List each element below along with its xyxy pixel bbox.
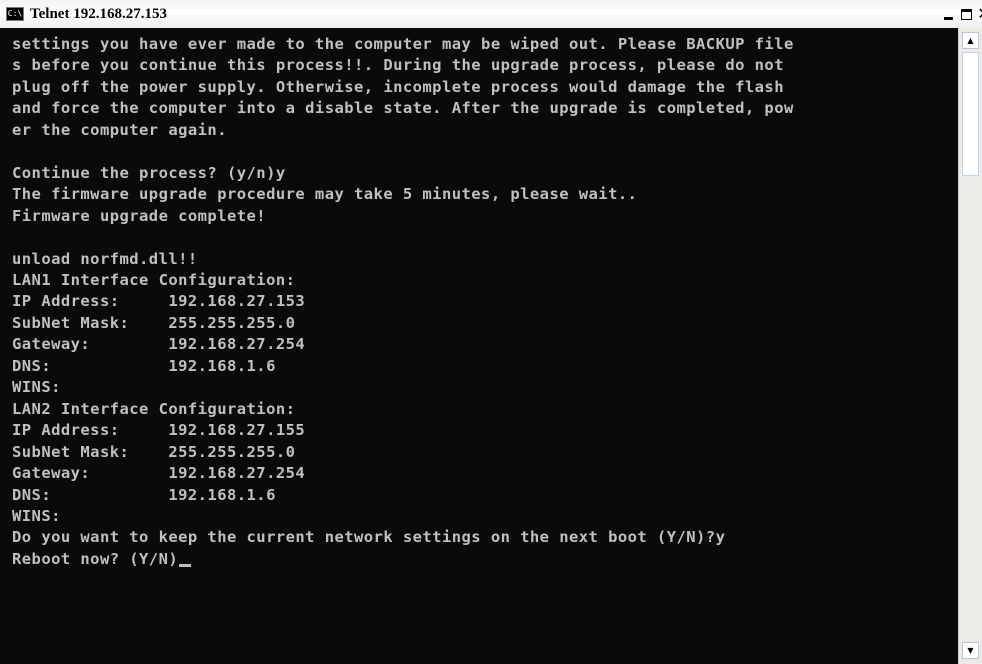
terminal-line: Continue the process? (y/n)y (12, 163, 286, 182)
terminal-line: The firmware upgrade procedure may take … (12, 185, 638, 204)
terminal-line: Reboot now? (Y/N) (12, 549, 179, 568)
minimize-icon (943, 16, 953, 20)
scroll-down-button[interactable]: ▼ (962, 642, 979, 659)
terminal-line: LAN2 Interface Configuration: (12, 399, 296, 418)
terminal-line: Gateway: 192.168.27.254 (12, 335, 306, 354)
title-bar[interactable]: C:\ Telnet 192.168.27.153 ✕ (0, 0, 982, 29)
terminal-line: IP Address: 192.168.27.153 (12, 292, 306, 311)
terminal-line: SubNet Mask: 255.255.255.0 (12, 442, 296, 461)
terminal-line: DNS: 192.168.1.6 (12, 485, 276, 504)
terminal-line: settings you have ever made to the compu… (12, 35, 794, 53)
terminal-output[interactable]: settings you have ever made to the compu… (0, 28, 958, 664)
terminal-line: er the computer again. (12, 120, 227, 139)
scroll-thumb[interactable] (962, 52, 979, 176)
terminal-line: WINS: (12, 506, 61, 525)
console-app-icon[interactable]: C:\ (6, 7, 24, 21)
vertical-scrollbar[interactable]: ▲ ▼ (958, 28, 982, 664)
terminal-line: plug off the power supply. Otherwise, in… (12, 77, 784, 96)
minimize-button[interactable] (939, 5, 957, 23)
telnet-window: C:\ Telnet 192.168.27.153 ✕ settings you… (0, 0, 982, 664)
terminal-line: and force the computer into a disable st… (12, 99, 794, 118)
close-icon: ✕ (977, 5, 982, 23)
scroll-up-button[interactable]: ▲ (962, 32, 979, 49)
terminal-text: settings you have ever made to the compu… (0, 28, 958, 570)
terminal-line: LAN1 Interface Configuration: (12, 270, 296, 289)
terminal-line: Gateway: 192.168.27.254 (12, 464, 306, 483)
terminal-line: unload norfmd.dll!! (12, 249, 198, 268)
scroll-up-arrow-icon: ▲ (967, 36, 974, 45)
terminal-line: s before you continue this process!!. Du… (12, 56, 784, 75)
terminal-line: Do you want to keep the current network … (12, 528, 726, 547)
terminal-line: Firmware upgrade complete! (12, 206, 267, 225)
terminal-line: SubNet Mask: 255.255.255.0 (12, 313, 296, 332)
terminal-line: DNS: 192.168.1.6 (12, 356, 276, 375)
scroll-down-arrow-icon: ▼ (967, 646, 974, 655)
close-button[interactable]: ✕ (975, 5, 982, 23)
maximize-icon (960, 8, 972, 20)
terminal-line: WINS: (12, 378, 61, 397)
window-title: Telnet 192.168.27.153 (30, 6, 167, 22)
text-cursor (179, 563, 192, 567)
maximize-button[interactable] (957, 5, 975, 23)
terminal-line: IP Address: 192.168.27.155 (12, 421, 306, 440)
